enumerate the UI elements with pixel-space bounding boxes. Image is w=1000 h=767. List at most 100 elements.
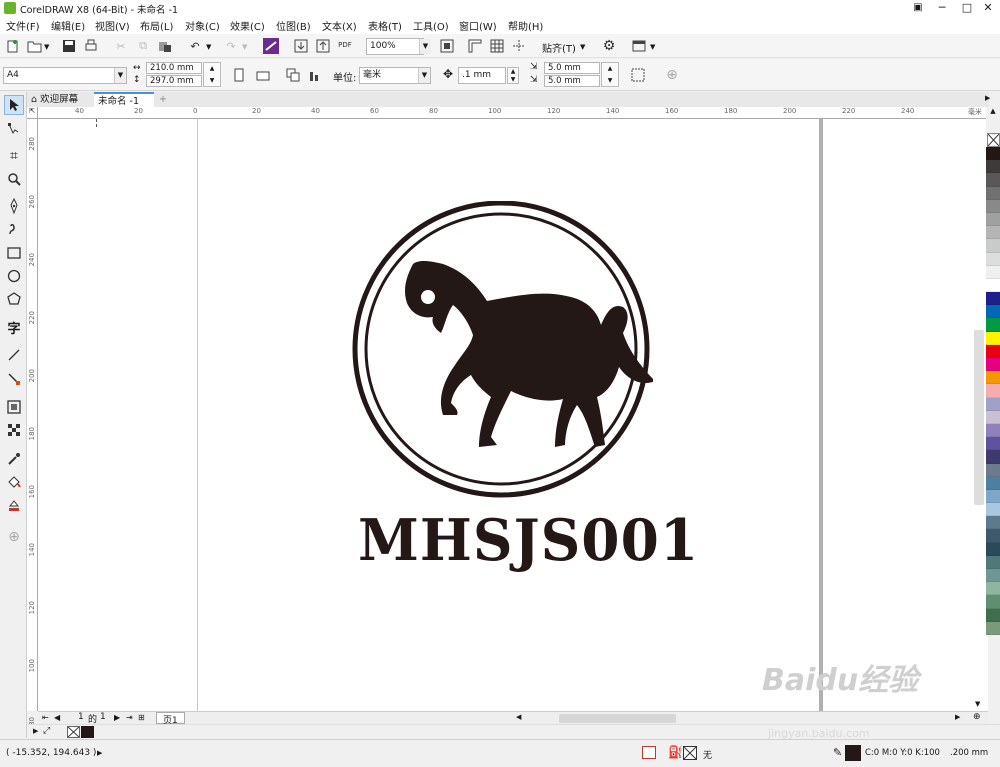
cut-icon[interactable]: ✂ xyxy=(112,37,130,55)
palette-swatch[interactable] xyxy=(986,186,1000,200)
add-toolbar-icon[interactable]: ⊕ xyxy=(663,66,681,84)
horizontal-ruler[interactable]: 40 20 0 20 40 60 80 100 120 140 160 180 200 220 240 毫米 xyxy=(38,107,988,119)
tab-welcome-screen[interactable]: ⌂ 欢迎屏幕 xyxy=(27,92,91,107)
redo-icon[interactable]: ↷ xyxy=(222,37,240,55)
artistic-media-tool-icon[interactable] xyxy=(4,219,24,239)
menu-view[interactable]: 视图(V) xyxy=(95,18,130,33)
duplicate-distance-x-field[interactable]: 5.0 mm xyxy=(544,62,600,74)
navigator-icon[interactable]: ⊕ xyxy=(973,712,981,722)
palette-swatch[interactable] xyxy=(986,384,1000,398)
docpal-arrow-icon[interactable]: ▶ xyxy=(33,727,38,735)
status-expand-arrow-icon[interactable]: ▶ xyxy=(97,749,102,757)
zoom-tool-icon[interactable] xyxy=(4,169,24,189)
palette-swatch[interactable] xyxy=(986,529,1000,543)
ruler-origin[interactable]: ⇱ xyxy=(27,107,38,119)
print-icon[interactable] xyxy=(82,37,100,55)
palette-swatch[interactable] xyxy=(986,344,1000,358)
application-launcher-icon[interactable] xyxy=(630,37,648,55)
menu-effects[interactable]: 效果(C) xyxy=(230,18,265,33)
palette-swatch[interactable] xyxy=(986,226,1000,240)
minimize-button[interactable]: ─ xyxy=(930,0,954,16)
docpal-no-color-swatch[interactable] xyxy=(67,726,80,738)
menu-edit[interactable]: 编辑(E) xyxy=(51,18,85,33)
page-size-spinner[interactable]: ▲ ▼ xyxy=(203,62,221,87)
menu-tools[interactable]: 工具(O) xyxy=(413,18,449,33)
menu-layout[interactable]: 布局(L) xyxy=(140,18,173,33)
logo-text[interactable]: MHSJS001 xyxy=(358,502,698,579)
horse-emblem[interactable] xyxy=(351,201,653,501)
eyedropper-tool-icon[interactable] xyxy=(4,449,24,469)
next-page-icon[interactable]: ▶ xyxy=(114,713,120,722)
tab-page-1[interactable]: 页1 xyxy=(156,712,185,726)
palette-swatch[interactable] xyxy=(986,489,1000,504)
palette-swatch[interactable] xyxy=(986,239,1000,253)
save-icon[interactable] xyxy=(60,37,78,55)
palette-swatch[interactable] xyxy=(986,265,1000,279)
palette-swatch[interactable] xyxy=(986,318,1000,332)
palette-swatch[interactable] xyxy=(986,542,1000,556)
first-page-icon[interactable]: ⇤ xyxy=(42,713,49,722)
snap-dropdown-arrow-icon[interactable]: ▼ xyxy=(580,43,585,51)
options-gear-icon[interactable]: ⚙ xyxy=(600,37,618,55)
shape-tool-icon[interactable] xyxy=(4,118,24,138)
palette-swatch[interactable] xyxy=(986,450,1000,464)
open-dropdown-arrow-icon[interactable]: ▼ xyxy=(44,43,49,51)
previous-page-icon[interactable]: ◀ xyxy=(54,713,60,722)
vertical-ruler[interactable]: 280 260 240 220 200 180 160 140 120 100 80 xyxy=(27,119,38,726)
crop-tool-icon[interactable]: ⌗ xyxy=(4,146,24,166)
smart-fill-tool-icon[interactable] xyxy=(4,495,24,515)
docpal-black-swatch[interactable] xyxy=(81,726,94,738)
palette-swatch[interactable] xyxy=(986,437,1000,451)
drop-shadow-tool-icon[interactable] xyxy=(4,397,24,417)
zoom-level-field[interactable]: 100% xyxy=(366,38,424,55)
undo-dropdown-arrow-icon[interactable]: ▼ xyxy=(206,43,211,51)
menu-help[interactable]: 帮助(H) xyxy=(508,18,543,33)
zoom-dropdown-arrow-icon[interactable]: ▼ xyxy=(419,39,431,54)
interactive-fill-tool-icon[interactable] xyxy=(4,472,24,492)
treat-as-filled-icon[interactable] xyxy=(629,66,647,84)
tabs-scroll-right-icon[interactable]: ▶ xyxy=(985,94,990,102)
palette-swatch[interactable] xyxy=(986,147,1000,161)
palette-swatch[interactable] xyxy=(986,278,1000,293)
account-icon[interactable]: ▣ xyxy=(906,0,930,16)
eyedropper-small-icon[interactable]: ⤢ xyxy=(43,726,50,736)
paste-icon[interactable] xyxy=(156,37,174,55)
palette-swatch[interactable] xyxy=(986,212,1000,227)
redo-dropdown-arrow-icon[interactable]: ▼ xyxy=(242,43,247,51)
palette-swatch[interactable] xyxy=(986,423,1000,438)
page-size-dropdown-arrow-icon[interactable]: ▼ xyxy=(114,68,126,83)
launcher-dropdown-arrow-icon[interactable]: ▼ xyxy=(650,43,655,51)
palette-swatch[interactable] xyxy=(986,292,1000,306)
menu-table[interactable]: 表格(T) xyxy=(368,18,402,33)
page-size-select[interactable]: A4 xyxy=(3,67,127,84)
palette-swatch[interactable] xyxy=(986,569,1000,583)
pick-tool-icon[interactable] xyxy=(4,95,24,115)
palette-swatch[interactable] xyxy=(986,252,1000,266)
show-guidelines-icon[interactable] xyxy=(510,37,528,55)
page-height-field[interactable]: 297.0 mm xyxy=(146,75,202,87)
palette-swatch[interactable] xyxy=(986,555,1000,569)
show-rulers-icon[interactable] xyxy=(466,37,484,55)
freehand-tool-icon[interactable] xyxy=(4,196,24,216)
all-pages-icon[interactable] xyxy=(284,66,302,84)
menu-file[interactable]: 文件(F) xyxy=(6,18,40,33)
portrait-icon[interactable] xyxy=(230,66,248,84)
palette-swatch[interactable] xyxy=(986,582,1000,596)
outline-color-swatch[interactable] xyxy=(845,745,861,761)
show-grid-icon[interactable] xyxy=(488,37,506,55)
drawing-canvas[interactable]: MHSJS001 xyxy=(38,119,988,711)
full-screen-preview-icon[interactable] xyxy=(438,37,456,55)
palette-swatch[interactable] xyxy=(986,331,1000,345)
palette-swatch[interactable] xyxy=(986,503,1000,517)
ellipse-tool-icon[interactable] xyxy=(4,266,24,286)
export-icon[interactable] xyxy=(314,37,332,55)
palette-swatch[interactable] xyxy=(986,358,1000,372)
snap-to-menu[interactable]: 贴齐(T) xyxy=(542,40,576,55)
palette-scroll-up-icon[interactable]: ▲ xyxy=(986,107,1000,115)
palette-swatch[interactable] xyxy=(986,199,1000,213)
rectangle-tool-icon[interactable] xyxy=(4,243,24,263)
current-page-icon[interactable] xyxy=(306,66,324,84)
new-document-icon[interactable] xyxy=(4,37,22,55)
menu-object[interactable]: 对象(C) xyxy=(185,18,220,33)
nudge-spinner[interactable]: ▲ ▼ xyxy=(507,67,519,84)
